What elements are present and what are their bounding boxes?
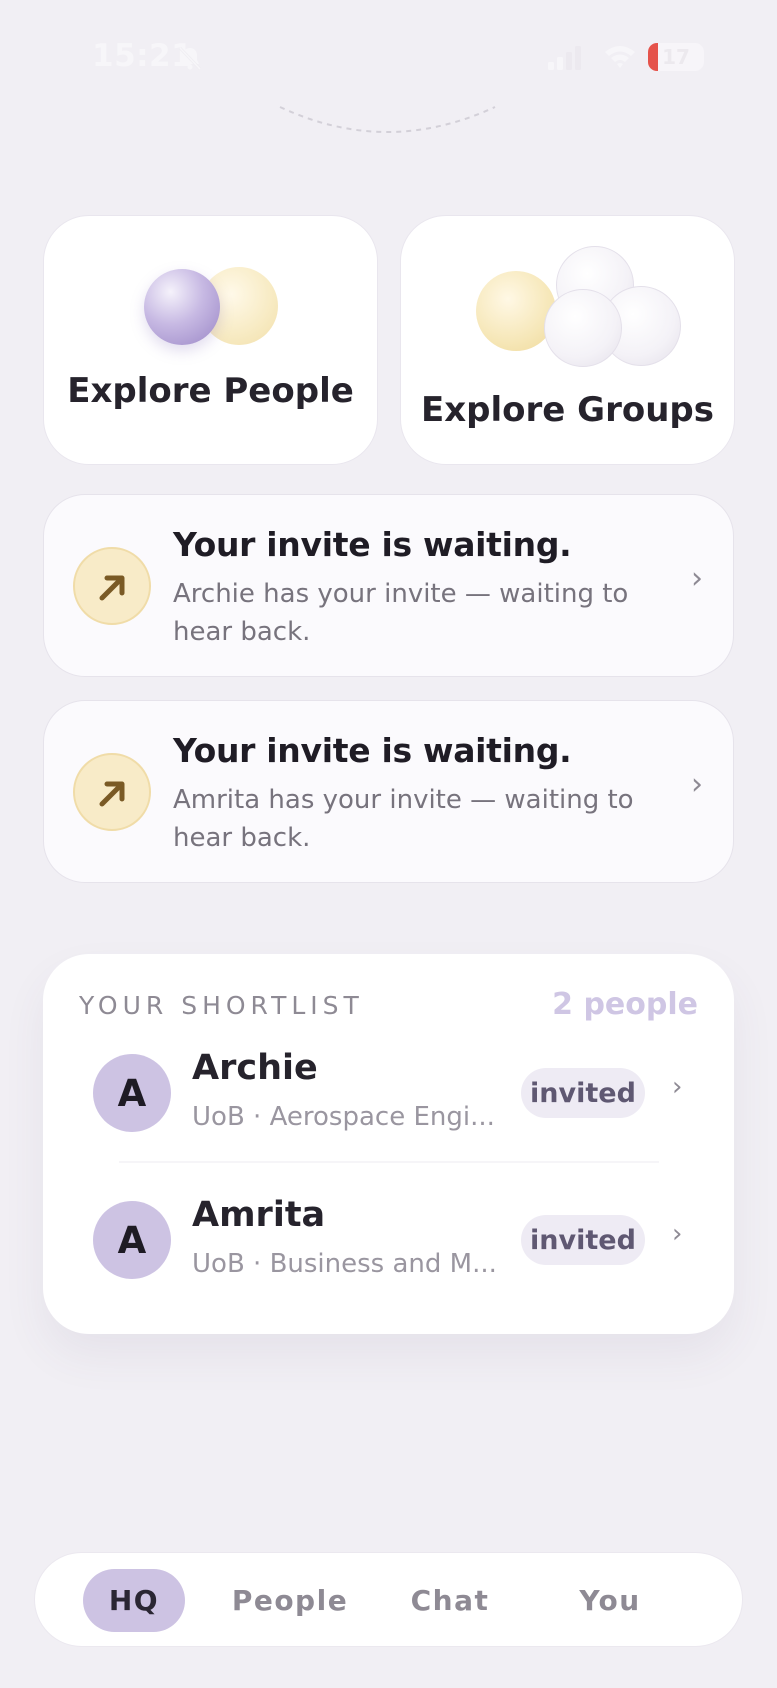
explore-people-card[interactable]: Explore People bbox=[43, 215, 378, 465]
tab-bar: HQ People Chat You bbox=[34, 1552, 743, 1647]
explore-people-label: Explore People bbox=[67, 371, 354, 411]
status-badge: invited bbox=[521, 1215, 645, 1265]
explore-groups-label: Explore Groups bbox=[421, 390, 714, 430]
tab-you[interactable]: You bbox=[575, 1569, 645, 1632]
shortlist-row-amrita[interactable]: A Amrita UoB · Business and M... invited… bbox=[43, 1195, 734, 1321]
chevron-right-icon: › bbox=[672, 1219, 683, 1249]
chevron-right-icon: › bbox=[691, 561, 703, 596]
avatar: A bbox=[93, 1201, 171, 1279]
arrow-up-right-icon bbox=[73, 547, 151, 625]
status-bar: 15:21 17 bbox=[0, 0, 777, 133]
person-detail: UoB · Business and M... bbox=[192, 1249, 497, 1279]
person-detail: UoB · Aerospace Engi... bbox=[192, 1102, 495, 1132]
invite-subtitle: Archie has your invite — waiting to hear… bbox=[173, 579, 629, 647]
signal-icon bbox=[548, 46, 581, 70]
divider bbox=[119, 1161, 659, 1163]
tab-chat[interactable]: Chat bbox=[405, 1569, 495, 1632]
wifi-icon bbox=[605, 46, 635, 68]
invite-title: Your invite is waiting. bbox=[173, 525, 572, 564]
shortlist-title: YOUR SHORTLIST bbox=[79, 991, 364, 1020]
avatar: A bbox=[93, 1054, 171, 1132]
battery-icon: 17 bbox=[648, 43, 704, 71]
person-name: Amrita bbox=[192, 1195, 326, 1235]
invite-subtitle: Amrita has your invite — waiting to hear… bbox=[173, 785, 634, 853]
shortlist-count: 2 people bbox=[552, 987, 698, 1022]
bell-off-icon bbox=[178, 46, 202, 71]
chevron-right-icon: › bbox=[691, 767, 703, 802]
battery-level: 17 bbox=[662, 45, 690, 69]
explore-groups-card[interactable]: Explore Groups bbox=[400, 215, 735, 465]
tab-people[interactable]: People bbox=[232, 1569, 347, 1632]
person-name: Archie bbox=[192, 1048, 318, 1088]
shortlist-card: YOUR SHORTLIST 2 people A Archie UoB · A… bbox=[43, 954, 734, 1334]
lilac-orb-icon bbox=[144, 269, 220, 345]
invite-title: Your invite is waiting. bbox=[173, 731, 572, 770]
cream-orb-icon bbox=[476, 271, 556, 351]
invite-card-amrita[interactable]: Your invite is waiting. Amrita has your … bbox=[43, 700, 734, 883]
invite-card-archie[interactable]: Your invite is waiting. Archie has your … bbox=[43, 494, 734, 677]
pull-indicator bbox=[279, 106, 496, 133]
chevron-right-icon: › bbox=[672, 1072, 683, 1102]
arrow-up-right-icon bbox=[73, 753, 151, 831]
white-orb-icon bbox=[544, 289, 622, 367]
status-badge: invited bbox=[521, 1068, 645, 1118]
tab-hq[interactable]: HQ bbox=[83, 1569, 185, 1632]
shortlist-row-archie[interactable]: A Archie UoB · Aerospace Engi... invited… bbox=[43, 1048, 734, 1174]
